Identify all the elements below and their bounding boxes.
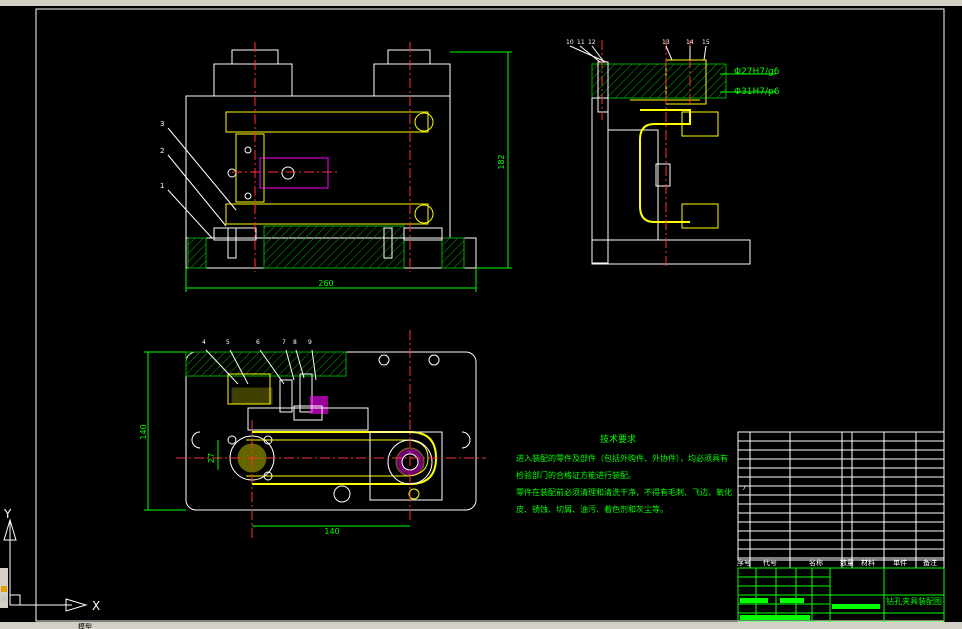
drawing-border — [35, 8, 945, 622]
top-balloon-9: 9 — [308, 339, 312, 346]
ucs-x-label: X — [92, 599, 100, 613]
front-height-dim: 182 — [497, 154, 506, 169]
top-small-dim: 27 — [207, 453, 216, 463]
bom-header-index: 序号 — [737, 558, 751, 567]
cad-drawing-canvas[interactable]: 260 182 3 2 1 10 11 12 13 14 15 Φ27H7/g6… — [0, 0, 962, 629]
front-balloon-3: 3 — [160, 120, 164, 128]
top-width-dim: 140 — [324, 527, 339, 536]
bom-table — [737, 431, 945, 623]
side-balloon-11: 11 — [577, 39, 585, 46]
top-balloon-6: 6 — [256, 339, 260, 346]
bom-header-code: 代号 — [763, 558, 777, 567]
side-balloon-12: 12 — [588, 39, 596, 46]
bom-header-remark: 备注 — [923, 558, 937, 567]
ucs-icon — [3, 518, 88, 612]
top-balloon-7: 7 — [282, 339, 286, 346]
top-balloon-5: 5 — [226, 339, 230, 346]
side-balloon-14: 14 — [686, 39, 694, 46]
layout-tab-strip — [0, 622, 962, 629]
top-view — [144, 330, 486, 540]
side-balloon-15: 15 — [702, 39, 710, 46]
top-balloon-4: 4 — [202, 339, 206, 346]
title-block-name: 钻孔夹具装配图 — [886, 596, 942, 606]
top-height-dim: 140 — [139, 424, 148, 439]
bom-header-material: 材料 — [861, 558, 875, 567]
front-view — [167, 42, 512, 292]
front-balloon-2: 2 — [160, 147, 164, 155]
front-balloon-1: 1 — [160, 182, 164, 190]
bom-header-qty: 数量 — [840, 558, 854, 567]
fit-tolerance-2: Φ31H7/p6 — [734, 87, 780, 97]
side-balloon-13: 13 — [662, 39, 670, 46]
notes-line-1: 进入装配的零件及部件（包括外购件、外协件），均必须具有 — [516, 453, 728, 463]
ucs-y-label: Y — [3, 507, 12, 521]
top-balloon-8: 8 — [293, 339, 297, 346]
bom-header-name: 名称 — [809, 558, 823, 567]
notes-line-4: 皮、锈蚀、切屑、油污、着色剂和灰尘等。 — [516, 504, 668, 514]
fit-tolerance-1: Φ27H7/g6 — [734, 67, 780, 77]
model-tab[interactable]: 模型 — [78, 622, 92, 629]
bom-row-count: 7 — [742, 485, 746, 492]
notes-line-3: 零件在装配前必须清理和清洗干净，不得有毛刺、飞边、氧化 — [516, 487, 732, 497]
front-width-dim: 260 — [318, 279, 333, 288]
side-balloon-10: 10 — [566, 39, 574, 46]
notes-title: 技术要求 — [600, 433, 636, 445]
notes-line-2: 检验部门的合格证方能进行装配。 — [516, 470, 636, 480]
bom-header-unit: 单件 — [893, 558, 907, 567]
